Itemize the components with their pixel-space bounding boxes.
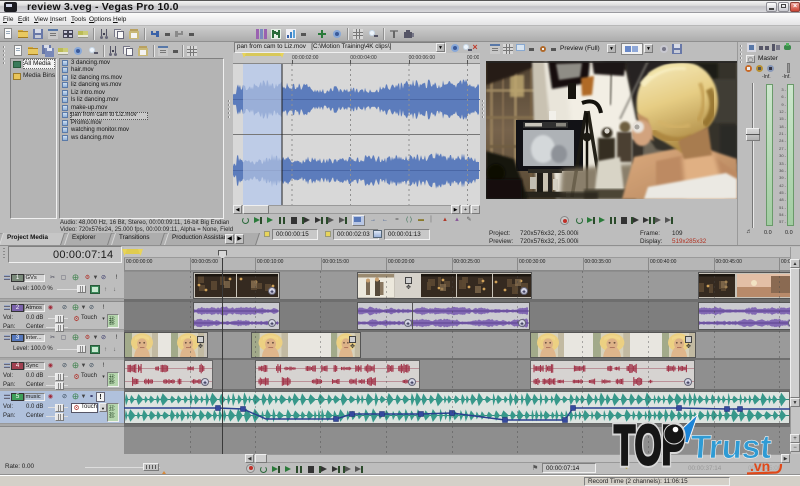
svg-text:.vn: .vn	[750, 458, 770, 474]
svg-text:TOP: TOP	[614, 414, 685, 476]
